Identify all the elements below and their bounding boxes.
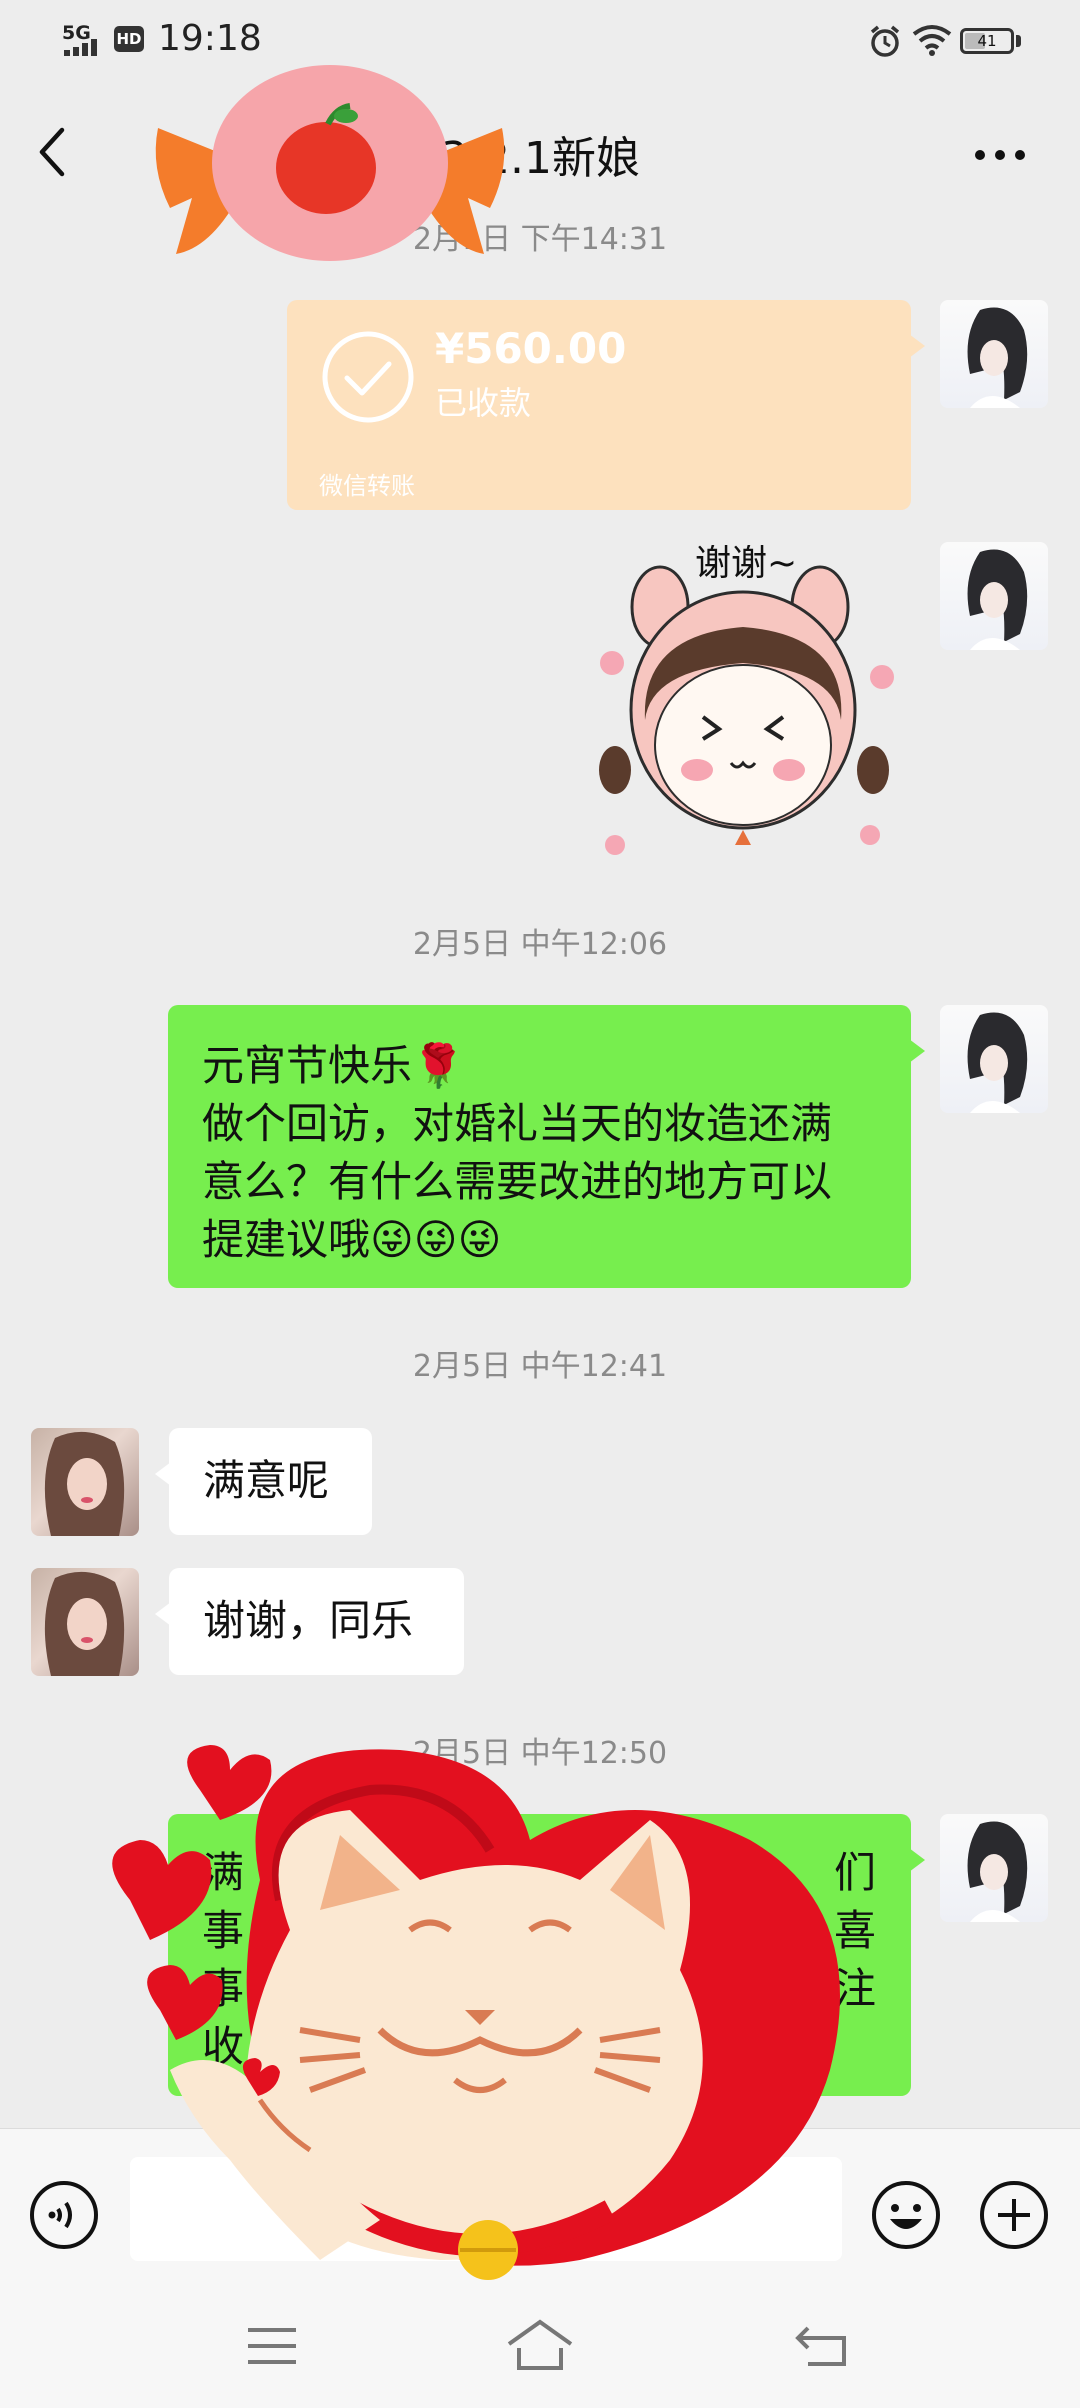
avatar-photo-icon [44, 1571, 125, 1676]
message-line: 提建议哦😜😜😜 [202, 1215, 502, 1264]
message-text: 谢谢，同乐 [203, 1596, 414, 1645]
home-icon[interactable] [505, 2318, 575, 2372]
heart-cat-sticker [112, 1745, 841, 2280]
hd-badge: HD [114, 26, 144, 52]
timestamp: 2月5日 中午12:06 [412, 927, 668, 962]
message-line: 元宵节快乐🌹 [202, 1041, 465, 1090]
avatar[interactable] [31, 1568, 139, 1676]
avatar[interactable] [940, 1814, 1048, 1922]
avatar[interactable] [940, 542, 1048, 650]
timestamp: 2月5日 中午12:41 [412, 1349, 668, 1384]
back-icon[interactable] [30, 120, 74, 184]
sticker-thanks[interactable]: 谢谢~ [585, 545, 915, 865]
battery-icon: 41 [960, 28, 1014, 54]
system-nav-bar [0, 2288, 1080, 2408]
message-text: 满意呢 [203, 1456, 330, 1505]
signal-icon [64, 39, 97, 56]
message-line: 做个回访，对婚礼当天的妆造还满 [202, 1099, 833, 1148]
transfer-status: 已收款 [435, 384, 532, 422]
avatar-portrait-icon [967, 1821, 1028, 1922]
more-icon[interactable] [970, 140, 1030, 170]
avatar-portrait-icon [967, 549, 1028, 650]
avatar[interactable] [940, 300, 1048, 408]
alarm-icon [870, 25, 900, 57]
menu-icon[interactable] [246, 2324, 298, 2368]
transfer-amount: ¥560.00 [435, 324, 627, 373]
check-circle-icon [322, 331, 414, 423]
transfer-card[interactable]: ¥560.00 已收款 微信转账 [287, 300, 925, 510]
transfer-footer: 微信转账 [319, 472, 415, 500]
message-line: 意么？有什么需要改进的地方可以 [202, 1157, 833, 1206]
battery-level: 41 [977, 32, 997, 50]
avatar-portrait-icon [967, 1012, 1028, 1113]
candy-sticker [155, 65, 505, 261]
plus-circle-icon[interactable] [978, 2179, 1050, 2251]
message-bubble[interactable]: 谢谢，同乐 [155, 1568, 464, 1675]
status-time: 19:18 [158, 18, 262, 59]
avatar-portrait-icon [967, 307, 1028, 408]
message-bubble[interactable]: 满意呢 [155, 1428, 372, 1535]
avatar[interactable] [31, 1428, 139, 1536]
back-arrow-icon[interactable] [794, 2322, 850, 2368]
avatar-photo-icon [44, 1431, 125, 1536]
wifi-icon [912, 25, 952, 56]
voice-icon[interactable] [28, 2179, 100, 2251]
sticker-text: 谢谢~ [695, 545, 797, 584]
message-bubble[interactable]: 元宵节快乐🌹 做个回访，对婚礼当天的妆造还满 意么？有什么需要改进的地方可以 提… [168, 1005, 925, 1288]
avatar[interactable] [940, 1005, 1048, 1113]
